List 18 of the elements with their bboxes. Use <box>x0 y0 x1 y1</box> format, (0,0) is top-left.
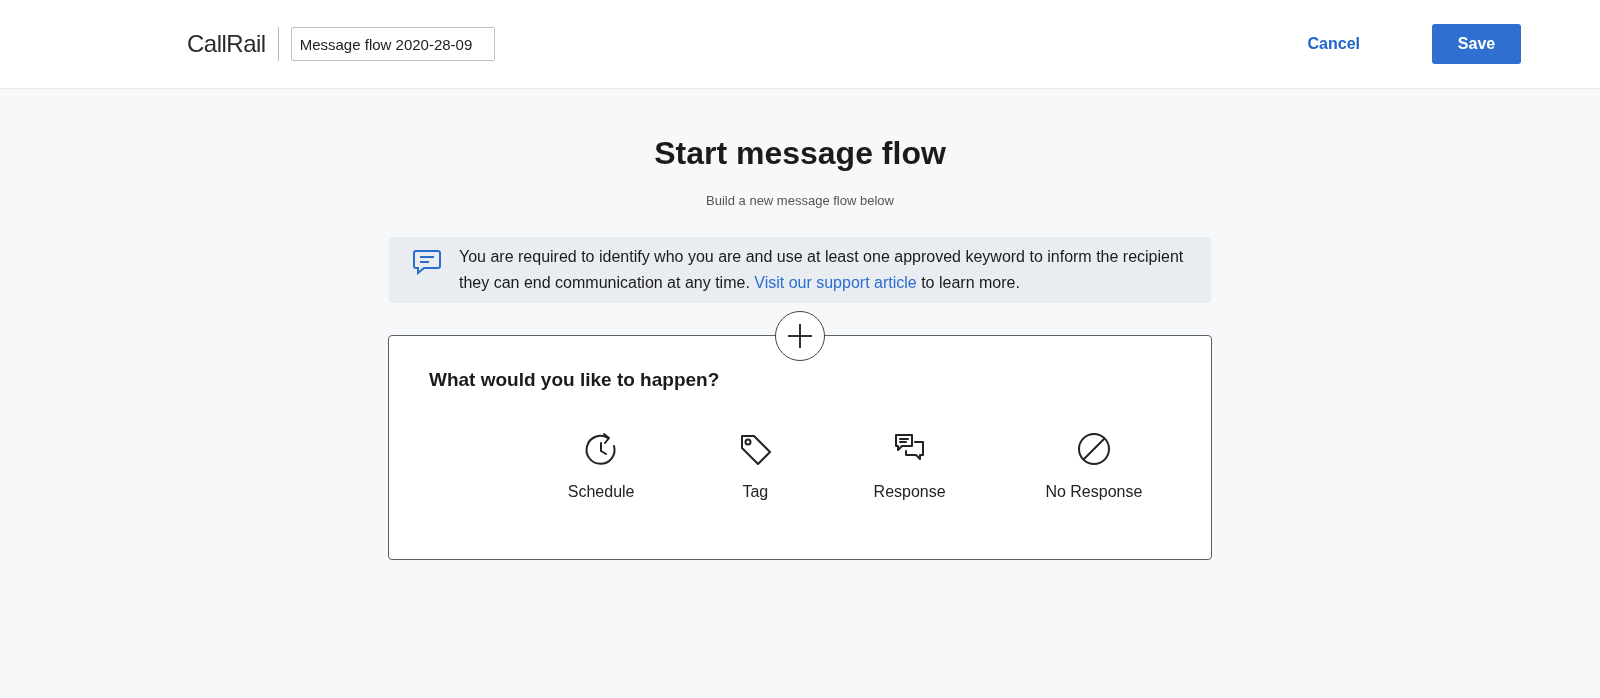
cancel-link[interactable]: Cancel <box>1307 32 1360 56</box>
chat-icon <box>413 248 441 275</box>
flow-name-field[interactable]: Message flow 2020-28-09 <box>290 27 495 61</box>
notice-text: You are required to identify who you are and use at least one approved keyword to inform the recipient they can end communication at any time. Visit our support article to learn more. <box>459 246 1185 293</box>
card-heading: What would you like to happen? <box>429 367 721 392</box>
support-link[interactable]: Visit our support article <box>754 273 917 291</box>
option-button[interactable]: Response <box>832 432 987 504</box>
clock-arrow-icon <box>584 432 619 466</box>
tag-icon <box>738 432 773 466</box>
save-button[interactable]: Save <box>1432 24 1521 64</box>
option-button[interactable]: Tag <box>678 432 833 504</box>
page-title: Start message flow <box>653 134 947 173</box>
option-button[interactable]: No Response <box>1016 432 1171 504</box>
option-button[interactable]: Schedule <box>524 432 679 504</box>
add-icon[interactable] <box>775 310 825 361</box>
page-subtitle: Build a new message flow below <box>705 192 895 210</box>
prohibited-icon <box>1076 432 1111 466</box>
logo: CallRail <box>187 27 279 61</box>
